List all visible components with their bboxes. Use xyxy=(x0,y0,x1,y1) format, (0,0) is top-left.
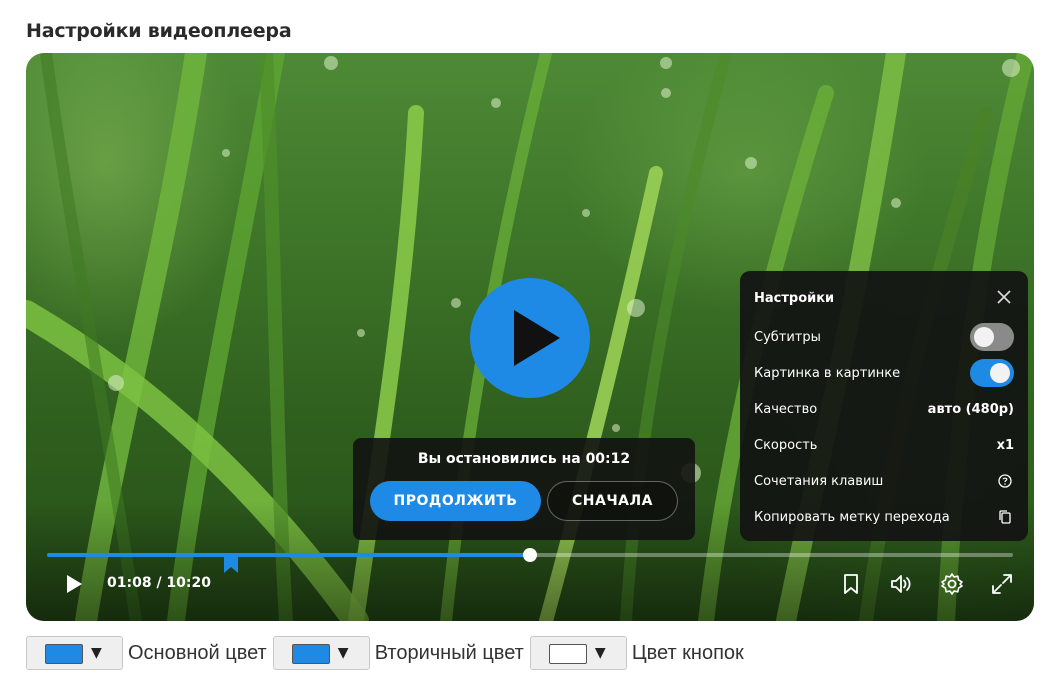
setting-label: Картинка в картинке xyxy=(754,365,901,381)
toggle-knob xyxy=(990,363,1010,383)
play-icon[interactable] xyxy=(61,571,87,597)
setting-pip[interactable]: Картинка в картинке xyxy=(754,358,1014,388)
pip-toggle[interactable] xyxy=(970,359,1014,387)
chevron-down-icon: ▼ xyxy=(337,645,349,661)
primary-color-swatch xyxy=(45,644,83,664)
copy-icon xyxy=(999,510,1011,524)
buttons-color-picker[interactable]: ▼ xyxy=(529,636,627,670)
progress-thumb[interactable] xyxy=(523,548,537,562)
setting-label: Субтитры xyxy=(754,329,821,345)
color-settings-bar: ▼ Основной цвет ▼ Вторичный цвет ▼ Цвет … xyxy=(26,636,750,670)
chevron-down-icon: ▼ xyxy=(594,645,606,661)
resume-title: Вы остановились на 00:12 xyxy=(417,451,631,467)
big-play-button[interactable] xyxy=(470,278,590,398)
play-icon xyxy=(514,310,560,366)
settings-header: Настройки xyxy=(754,287,1014,307)
primary-color-label: Основной цвет xyxy=(128,641,267,664)
secondary-color-swatch xyxy=(291,644,330,664)
settings-title: Настройки xyxy=(754,291,835,306)
setting-quality[interactable]: Качество авто (480p) xyxy=(754,394,1014,424)
video-player[interactable]: Вы остановились на 00:12 ПРОДОЛЖИТЬ СНАЧ… xyxy=(26,53,1034,621)
buttons-color-label: Цвет кнопок xyxy=(631,641,744,664)
setting-subtitles[interactable]: Субтитры xyxy=(754,322,1014,352)
chevron-down-icon: ▼ xyxy=(91,645,102,661)
help-circle-icon xyxy=(998,474,1012,488)
toggle-knob xyxy=(974,327,994,347)
continue-button[interactable]: ПРОДОЛЖИТЬ xyxy=(370,481,541,521)
setting-copy-timestamp[interactable]: Копировать метку перехода xyxy=(754,502,1014,532)
setting-label: Качество xyxy=(754,401,818,417)
settings-gear-icon[interactable] xyxy=(939,571,965,597)
close-icon[interactable] xyxy=(994,287,1014,307)
time-display: 01:08 / 10:20 xyxy=(107,575,211,591)
bookmark-icon[interactable] xyxy=(838,571,864,597)
setting-label: Копировать метку перехода xyxy=(754,509,950,525)
fullscreen-icon[interactable] xyxy=(989,571,1015,597)
page-title: Настройки видеоплеера xyxy=(26,20,292,42)
secondary-color-picker[interactable]: ▼ xyxy=(272,636,370,670)
setting-label: Скорость xyxy=(754,437,818,453)
volume-icon[interactable] xyxy=(888,571,914,597)
buttons-color-swatch xyxy=(548,644,587,664)
restart-button[interactable]: СНАЧАЛА xyxy=(547,481,678,521)
progress-bar[interactable] xyxy=(47,548,1013,562)
quality-value: авто (480p) xyxy=(927,401,1014,417)
secondary-color-label: Вторичный цвет xyxy=(374,641,524,664)
subtitles-toggle[interactable] xyxy=(970,323,1014,351)
primary-color-picker[interactable]: ▼ xyxy=(26,636,123,670)
bookmark-marker-icon[interactable] xyxy=(223,555,238,573)
resume-dialog: Вы остановились на 00:12 ПРОДОЛЖИТЬ СНАЧ… xyxy=(353,438,695,540)
setting-shortcuts[interactable]: Сочетания клавиш xyxy=(754,466,1014,496)
speed-value: x1 xyxy=(996,437,1014,453)
setting-speed[interactable]: Скорость x1 xyxy=(754,430,1014,460)
settings-panel: Настройки Субтитры Картинка в картинке К… xyxy=(740,271,1028,541)
progress-fill xyxy=(47,553,530,557)
setting-label: Сочетания клавиш xyxy=(754,473,884,489)
